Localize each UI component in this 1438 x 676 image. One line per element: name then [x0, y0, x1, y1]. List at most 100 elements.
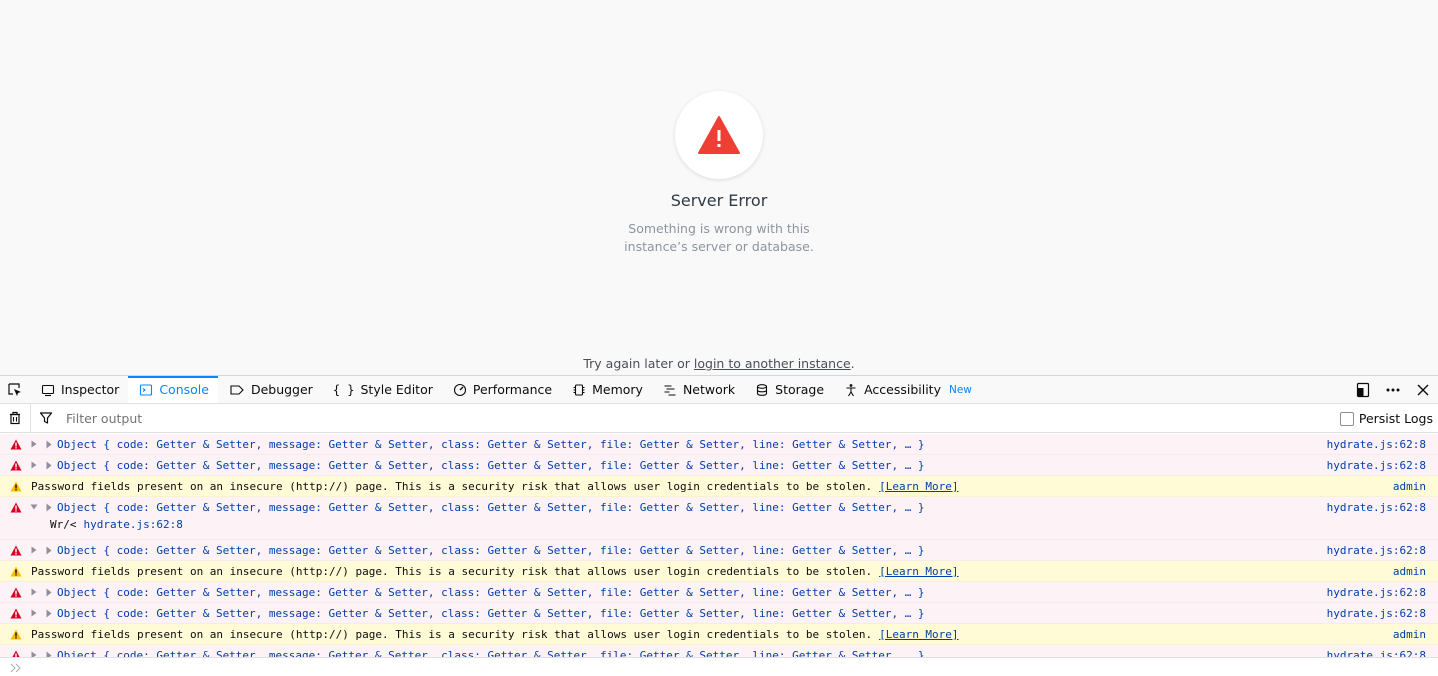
stack-function: Wr/<: [50, 518, 77, 531]
console-warning-message[interactable]: Password fields present on an insecure (…: [0, 561, 1438, 582]
message-text[interactable]: Object { code: Getter & Setter, message:…: [57, 607, 925, 620]
devtools-panel: Inspector Console Debugger { } Style Edi…: [0, 375, 1438, 676]
twisty-collapsed-icon: [31, 588, 37, 596]
message-source-link[interactable]: hydrate.js:62:8: [1327, 540, 1426, 560]
tab-accessibility[interactable]: Accessibility New: [833, 376, 981, 403]
tab-network[interactable]: Network: [652, 376, 744, 403]
message-source-link[interactable]: hydrate.js:62:8: [1327, 434, 1426, 454]
object-toggle[interactable]: [41, 588, 57, 597]
persist-logs-label: Persist Logs: [1358, 411, 1433, 426]
object-expand-icon: [46, 588, 52, 596]
learn-more-link[interactable]: [Learn More]: [879, 628, 958, 641]
message-text: Password fields present on an insecure (…: [31, 479, 873, 493]
message-toggle[interactable]: [27, 609, 41, 617]
tab-performance[interactable]: Performance: [442, 376, 561, 403]
dock-side-icon: [1356, 382, 1370, 398]
console-error-message[interactable]: Object { code: Getter & Setter, message:…: [0, 540, 1438, 561]
dock-side-button[interactable]: [1352, 379, 1374, 401]
message-text: Password fields present on an insecure (…: [31, 627, 873, 641]
message-source-link[interactable]: admin: [1393, 561, 1426, 581]
element-picker-button[interactable]: [0, 376, 30, 403]
console-error-message[interactable]: Object { code: Getter & Setter, message:…: [0, 497, 1438, 540]
message-line: Object { code: Getter & Setter, message:…: [0, 497, 1438, 517]
error-icon: [10, 545, 22, 555]
object-toggle[interactable]: [41, 440, 57, 449]
message-text[interactable]: Object { code: Getter & Setter, message:…: [57, 649, 925, 658]
message-text[interactable]: Object { code: Getter & Setter, message:…: [57, 586, 925, 599]
close-icon: [1417, 384, 1429, 396]
tab-debugger[interactable]: Debugger: [218, 376, 322, 403]
object-expand-icon: [46, 503, 52, 511]
message-text[interactable]: Object { code: Getter & Setter, message:…: [57, 459, 925, 472]
console-error-message[interactable]: Object { code: Getter & Setter, message:…: [0, 645, 1438, 657]
braces-icon: { }: [332, 382, 355, 397]
persist-logs-toggle[interactable]: Persist Logs: [1339, 404, 1433, 433]
message-line: Object { code: Getter & Setter, message:…: [0, 603, 1438, 623]
message-line: Object { code: Getter & Setter, message:…: [0, 540, 1438, 560]
memory-icon: [573, 383, 585, 396]
performance-icon: [453, 383, 466, 396]
console-warning-message[interactable]: Password fields present on an insecure (…: [0, 476, 1438, 497]
tab-style-editor[interactable]: { } Style Editor: [322, 376, 442, 403]
stack-source-link[interactable]: hydrate.js:62:8: [84, 518, 183, 531]
learn-more-link[interactable]: [Learn More]: [879, 480, 958, 493]
message-source-link[interactable]: hydrate.js:62:8: [1327, 645, 1426, 658]
learn-more-link[interactable]: [Learn More]: [879, 565, 958, 578]
object-toggle[interactable]: [41, 461, 57, 470]
tab-label: Storage: [775, 382, 825, 397]
console-input-prompt[interactable]: [0, 657, 1438, 676]
twisty-collapsed-icon: [31, 440, 37, 448]
tab-storage[interactable]: Storage: [744, 376, 833, 403]
close-devtools-button[interactable]: [1412, 379, 1434, 401]
object-toggle[interactable]: [41, 609, 57, 618]
message-text: Password fields present on an insecure (…: [31, 564, 873, 578]
error-badge: [675, 91, 763, 179]
object-expand-icon: [46, 461, 52, 469]
console-error-message[interactable]: Object { code: Getter & Setter, message:…: [0, 603, 1438, 624]
try-again-text: Try again later or login to another inst…: [0, 356, 1438, 371]
message-text[interactable]: Object { code: Getter & Setter, message:…: [57, 501, 925, 514]
network-icon: [664, 384, 676, 396]
message-toggle[interactable]: [27, 588, 41, 596]
message-level-icon: [0, 481, 31, 492]
stack-trace: Wr/< hydrate.js:62:8: [0, 517, 1438, 539]
message-source-link[interactable]: admin: [1393, 476, 1426, 496]
warning-triangle-icon: [698, 116, 740, 154]
tab-inspector[interactable]: Inspector: [30, 376, 128, 403]
console-error-message[interactable]: Object { code: Getter & Setter, message:…: [0, 434, 1438, 455]
filter-toggle-button[interactable]: [30, 404, 60, 432]
more-options-button[interactable]: [1382, 379, 1404, 401]
persist-logs-checkbox[interactable]: [1339, 411, 1354, 426]
message-toggle[interactable]: [27, 440, 41, 448]
console-error-message[interactable]: Object { code: Getter & Setter, message:…: [0, 582, 1438, 603]
twisty-collapsed-icon: [31, 546, 37, 554]
message-toggle[interactable]: [27, 546, 41, 554]
message-text[interactable]: Object { code: Getter & Setter, message:…: [57, 544, 925, 557]
try-again-suffix: .: [850, 356, 855, 371]
element-picker-icon: [8, 382, 21, 396]
message-source-link[interactable]: hydrate.js:62:8: [1327, 497, 1426, 517]
console-error-message[interactable]: Object { code: Getter & Setter, message:…: [0, 455, 1438, 476]
tab-label: Performance: [472, 382, 553, 397]
message-source-link[interactable]: hydrate.js:62:8: [1327, 455, 1426, 475]
clear-console-button[interactable]: [0, 404, 30, 432]
message-toggle[interactable]: [27, 503, 41, 511]
message-source-link[interactable]: hydrate.js:62:8: [1327, 582, 1426, 602]
error-title: Server Error: [670, 191, 768, 210]
console-warning-message[interactable]: Password fields present on an insecure (…: [0, 624, 1438, 645]
filter-output-input[interactable]: [66, 410, 666, 426]
message-source-link[interactable]: admin: [1393, 624, 1426, 644]
tab-label: Network: [682, 382, 736, 397]
login-another-instance-link[interactable]: login to another instance: [694, 356, 851, 371]
object-toggle[interactable]: [41, 546, 57, 555]
tab-label: Style Editor: [360, 382, 433, 397]
object-toggle[interactable]: [41, 503, 57, 512]
message-text[interactable]: Object { code: Getter & Setter, message:…: [57, 438, 925, 451]
message-line: Password fields present on an insecure (…: [0, 561, 1438, 581]
message-source-link[interactable]: hydrate.js:62:8: [1327, 603, 1426, 623]
message-level-icon: [0, 566, 31, 577]
error-icon: [10, 439, 22, 449]
tab-console[interactable]: Console: [128, 376, 218, 403]
tab-memory[interactable]: Memory: [561, 376, 652, 403]
message-toggle[interactable]: [27, 461, 41, 469]
